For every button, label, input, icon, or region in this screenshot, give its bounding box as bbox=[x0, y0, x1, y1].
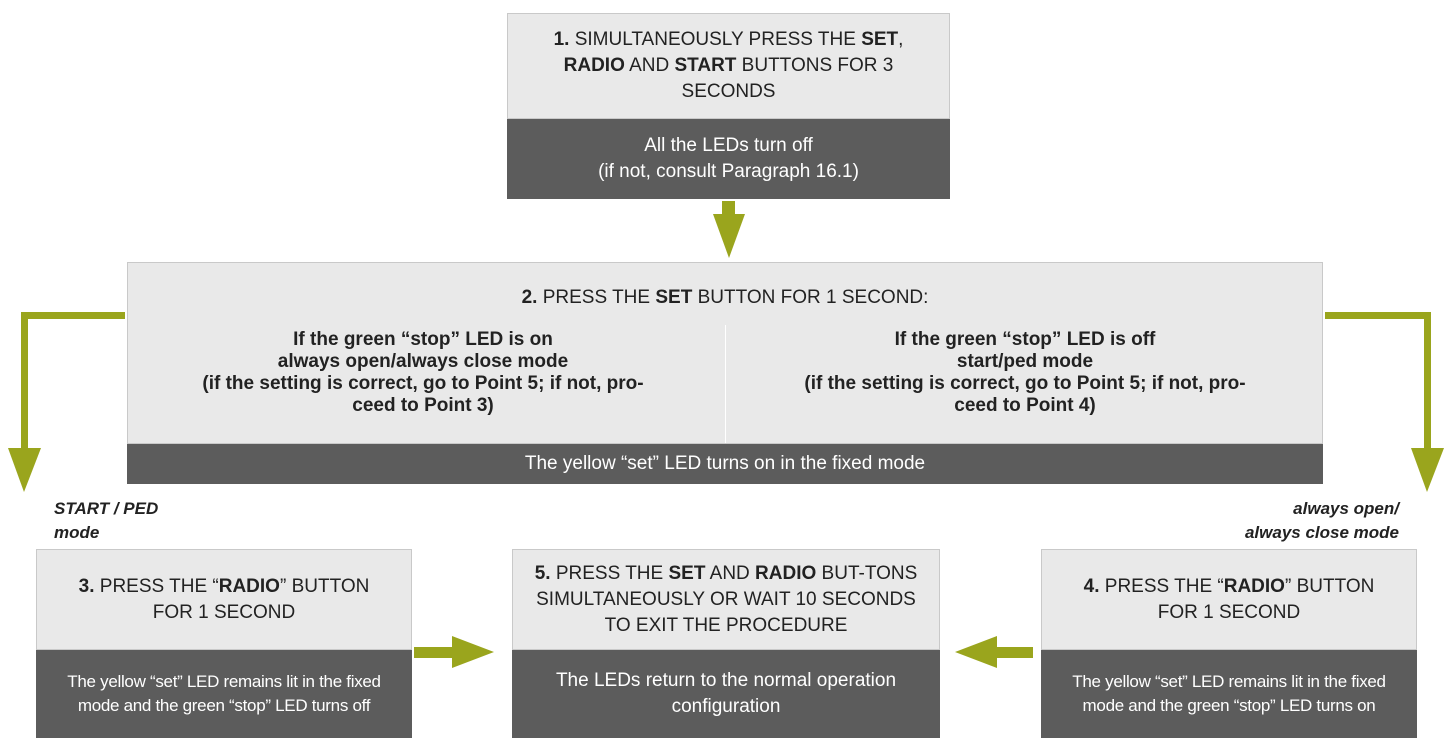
step1-result-line1: All the LEDs turn off bbox=[644, 135, 813, 156]
step5-radio-keyword: RADIO bbox=[755, 562, 817, 584]
step3-radio-keyword: RADIO bbox=[218, 575, 280, 597]
option-stop-on-mode: always open/always close mode bbox=[277, 351, 569, 372]
step2-number: 2. bbox=[521, 287, 538, 308]
step2-box: 2. PRESS THE SET BUTTON FOR 1 SECOND: If… bbox=[127, 262, 1323, 444]
label-always-line2: always close mode bbox=[1244, 523, 1399, 542]
step5-result-line1: The LEDs return to the normal operation bbox=[555, 670, 897, 691]
arrow-step1-to-step2 bbox=[713, 201, 745, 258]
step4-result-line1: The yellow “set” LED remains lit in the … bbox=[1072, 672, 1386, 691]
step5-instruction-text: 5. PRESS THE SET AND RADIO BUT-TONS SIMU… bbox=[527, 561, 925, 639]
step2-heading: 2. PRESS THE SET BUTTON FOR 1 SECOND: bbox=[128, 285, 1322, 311]
step2-text-b: BUTTON FOR 1 SECOND: bbox=[692, 287, 929, 308]
step4-text-a: PRESS THE “ bbox=[1099, 575, 1224, 597]
option-stop-off-note-line1: (if the setting is correct, go to Point … bbox=[804, 373, 1246, 394]
label-start-ped-line2: mode bbox=[54, 523, 100, 542]
step5-number: 5. bbox=[534, 562, 551, 584]
arrow-step4-to-step5 bbox=[955, 636, 1033, 668]
step5-result-box: The LEDs return to the normal operation … bbox=[512, 650, 940, 738]
step1-instruction-text: 1. SIMULTANEOUSLY PRESS THE SET, RADIO A… bbox=[522, 27, 935, 105]
label-start-ped-mode: START / PED mode bbox=[54, 497, 158, 545]
step4-radio-keyword: RADIO bbox=[1223, 575, 1285, 597]
step1-number: 1. bbox=[553, 29, 570, 50]
arrow-step3-to-step5 bbox=[414, 636, 494, 668]
option-stop-off-condition: If the green “stop” LED is off bbox=[894, 329, 1156, 350]
step1-text-c: AND bbox=[624, 55, 675, 76]
step5-text-a: PRESS THE bbox=[550, 562, 669, 584]
label-always-open-close-mode: always open/ always close mode bbox=[1245, 497, 1399, 545]
step2-set-keyword: SET bbox=[655, 287, 693, 308]
step3-instruction-text: 3. PRESS THE “RADIO” BUTTON FOR 1 SECOND bbox=[77, 574, 371, 626]
step3-instruction-box: 3. PRESS THE “RADIO” BUTTON FOR 1 SECOND bbox=[36, 549, 412, 650]
step5-text-b: AND bbox=[705, 562, 756, 584]
step4-instruction-text: 4. PRESS THE “RADIO” BUTTON FOR 1 SECOND bbox=[1082, 574, 1376, 626]
step5-result-line2: configuration bbox=[671, 696, 781, 717]
label-always-line1: always open/ bbox=[1293, 499, 1399, 518]
step2-option-stop-on: If the green “stop” LED is on always ope… bbox=[138, 329, 708, 417]
step3-result-line1: The yellow “set” LED remains lit in the … bbox=[67, 672, 381, 691]
step2-divider bbox=[725, 325, 726, 443]
step2-result-box: The yellow “set” LED turns on in the fix… bbox=[127, 444, 1323, 484]
step1-instruction-box: 1. SIMULTANEOUSLY PRESS THE SET, RADIO A… bbox=[507, 13, 950, 119]
step1-text-b: , bbox=[898, 29, 904, 50]
step3-result-box: The yellow “set” LED remains lit in the … bbox=[36, 650, 412, 738]
step1-start-keyword: START bbox=[674, 55, 737, 76]
step3-result-line2: mode and the green “stop” LED turns off bbox=[77, 696, 371, 715]
step2-option-stop-off: If the green “stop” LED is off start/ped… bbox=[736, 329, 1314, 417]
step1-result-box: All the LEDs turn off (if not, consult P… bbox=[507, 119, 950, 199]
step3-number: 3. bbox=[78, 575, 95, 597]
option-stop-on-note-line2: ceed to Point 3) bbox=[352, 395, 494, 416]
arrow-step2-to-step3 bbox=[8, 312, 125, 492]
step1-result-line2: (if not, consult Paragraph 16.1) bbox=[598, 161, 859, 182]
step4-result-line2: mode and the green “stop” LED turns on bbox=[1082, 696, 1376, 715]
step1-radio-keyword: RADIO bbox=[563, 55, 625, 76]
option-stop-off-mode: start/ped mode bbox=[956, 351, 1094, 372]
step4-instruction-box: 4. PRESS THE “RADIO” BUTTON FOR 1 SECOND bbox=[1041, 549, 1417, 650]
arrow-step2-to-step4 bbox=[1325, 312, 1444, 492]
step5-instruction-box: 5. PRESS THE SET AND RADIO BUT-TONS SIMU… bbox=[512, 549, 940, 650]
label-start-ped-line1: START / PED bbox=[54, 499, 159, 518]
step2-result-text: The yellow “set” LED turns on in the fix… bbox=[524, 453, 926, 474]
option-stop-off-note-line2: ceed to Point 4) bbox=[954, 395, 1096, 416]
option-stop-on-note-line1: (if the setting is correct, go to Point … bbox=[202, 373, 644, 394]
step1-text-a: SIMULTANEOUSLY PRESS THE bbox=[569, 29, 862, 50]
step2-text-a: PRESS THE bbox=[537, 287, 656, 308]
step3-text-a: PRESS THE “ bbox=[94, 575, 219, 597]
step5-set-keyword: SET bbox=[668, 562, 706, 584]
step1-set-keyword: SET bbox=[861, 29, 899, 50]
step4-result-box: The yellow “set” LED remains lit in the … bbox=[1041, 650, 1417, 738]
option-stop-on-condition: If the green “stop” LED is on bbox=[293, 329, 553, 350]
step4-number: 4. bbox=[1083, 575, 1100, 597]
